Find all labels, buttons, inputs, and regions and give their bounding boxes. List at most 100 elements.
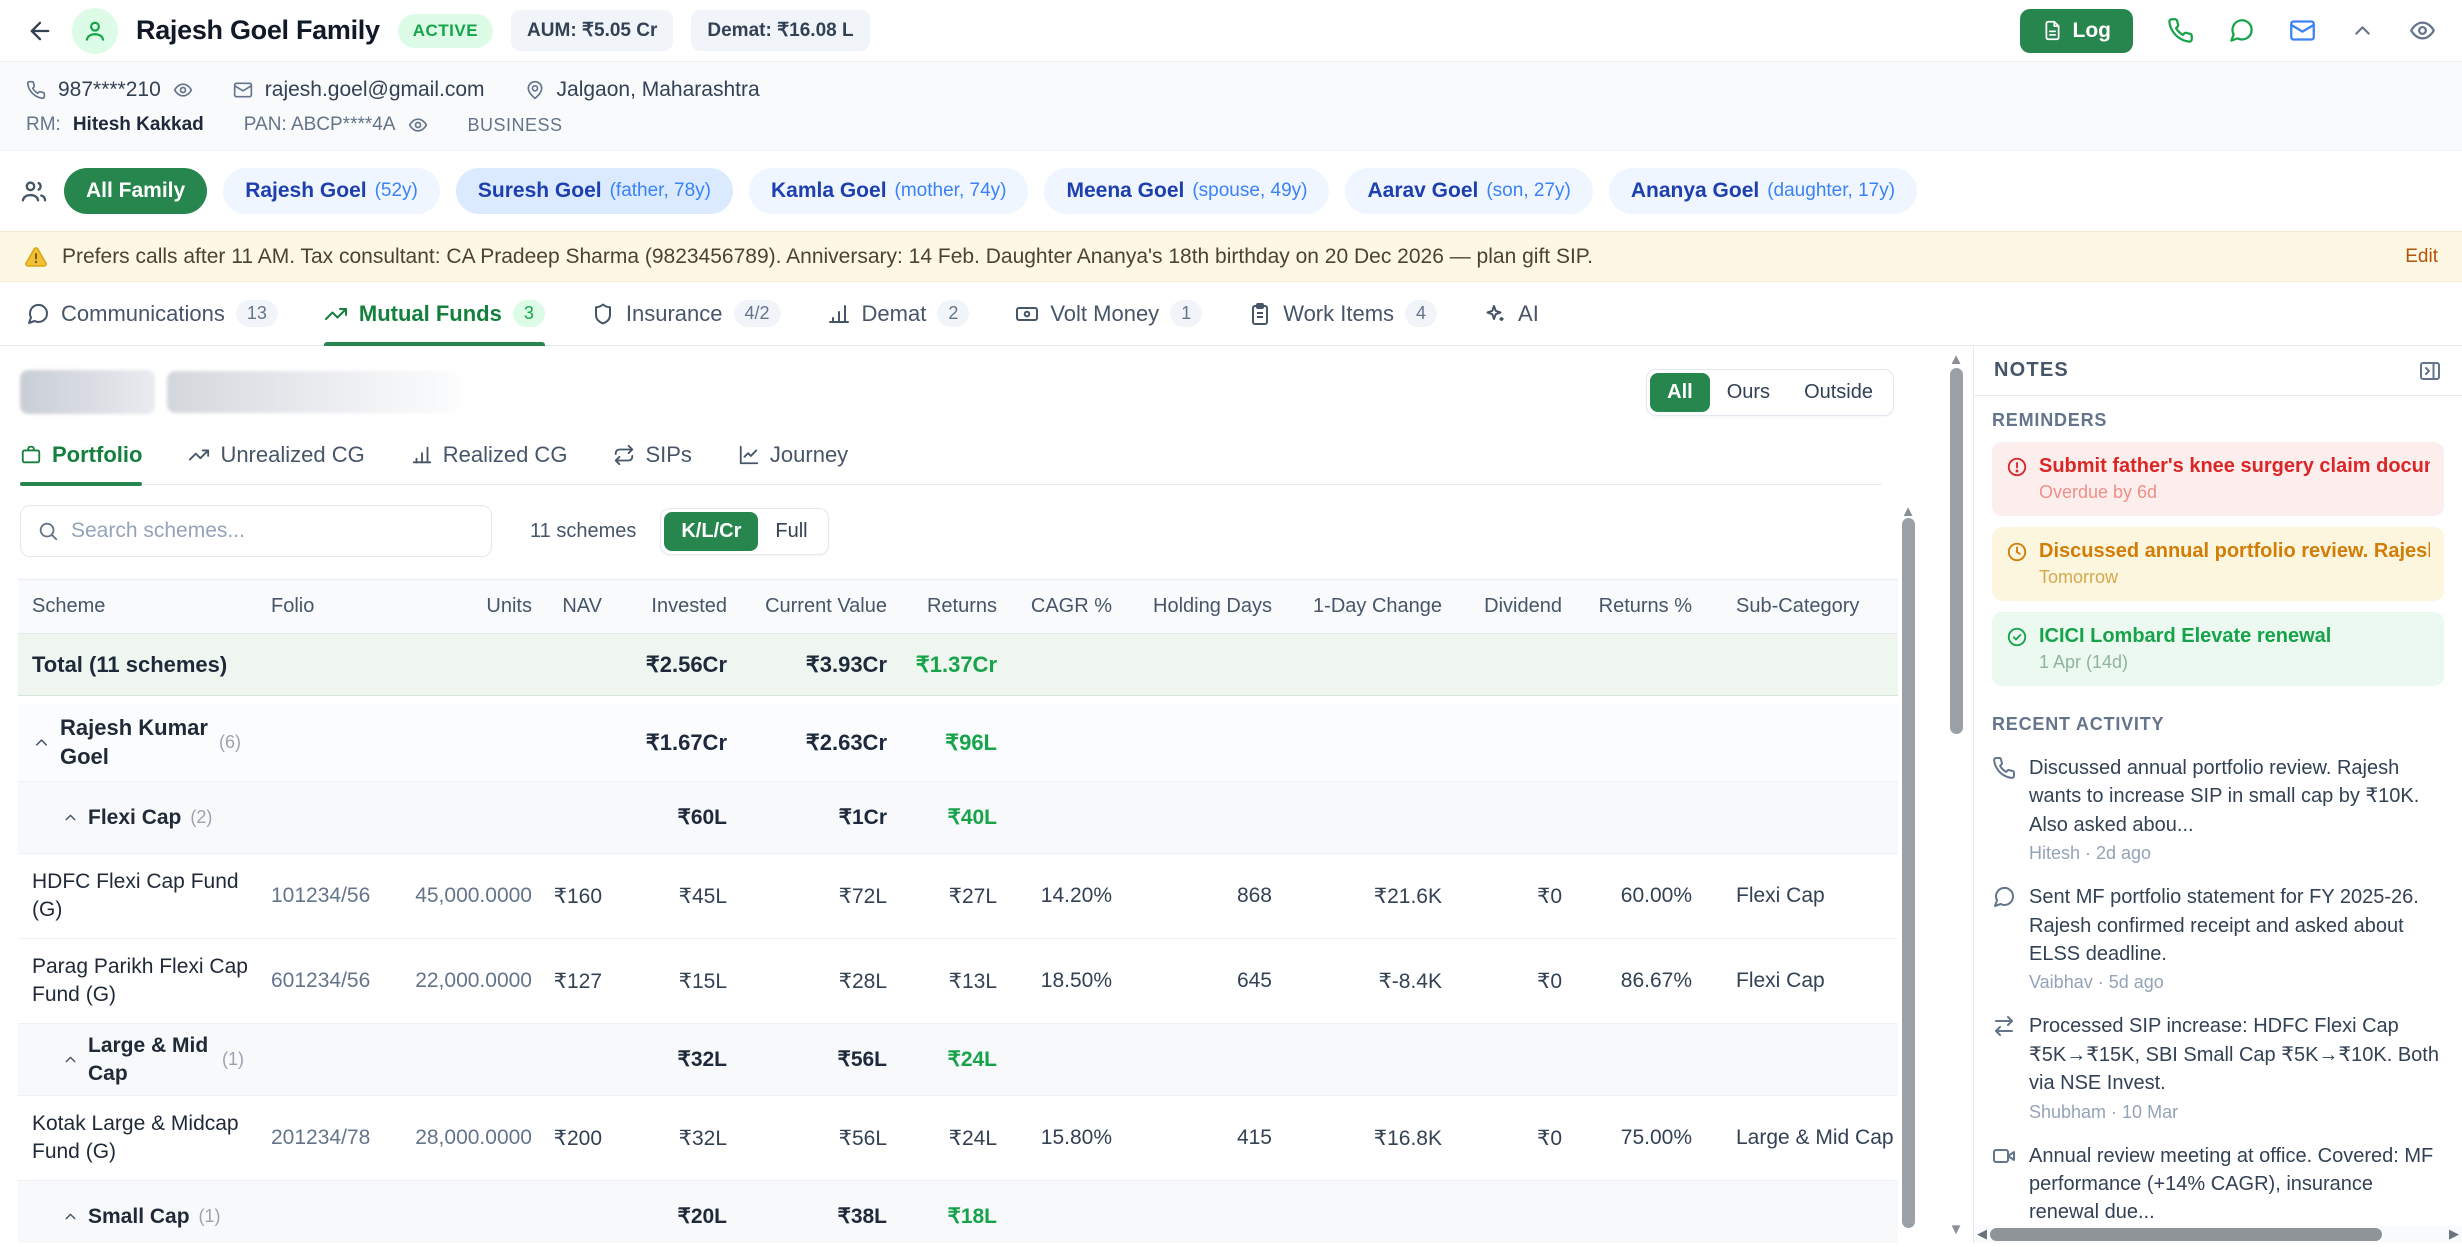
notes-title: NOTES	[1994, 359, 2069, 382]
collapse-chevron-icon[interactable]	[62, 809, 79, 826]
table-row-category-large-mid-cap[interactable]: Large & Mid Cap (1) ₹32L ₹56L ₹24L	[18, 1024, 1898, 1096]
reveal-pan-eye-icon[interactable]	[408, 115, 428, 135]
activity-item-meeting[interactable]: Annual review meeting at office. Covered…	[1992, 1142, 2444, 1225]
fund-returns: ₹27L	[901, 884, 1011, 909]
subtab-portfolio[interactable]: Portfolio	[20, 442, 142, 484]
call-icon[interactable]	[2167, 17, 2194, 44]
activity-item-call[interactable]: Discussed annual portfolio review. Rajes…	[1992, 754, 2444, 864]
fund-nav: ₹160	[546, 884, 616, 909]
page-vertical-scrollbar[interactable]: ▲ ▼	[1948, 346, 1964, 1243]
contact-strip: 987****210 rajesh.goel@gmail.com Jalgaon…	[0, 62, 2462, 151]
reminder-meta: Tomorrow	[2039, 567, 2430, 588]
chat-icon	[1992, 885, 2016, 993]
collapse-chevron-icon[interactable]	[62, 1051, 79, 1068]
activity-meta: Vaibhav · 5d ago	[2029, 972, 2444, 993]
column-header-nav: NAV	[546, 595, 616, 618]
chat-icon[interactable]	[2228, 17, 2255, 44]
subtab-journey[interactable]: Journey	[738, 442, 848, 484]
chip-label: Kamla Goel	[771, 179, 887, 203]
toggle-ours[interactable]: Ours	[1710, 373, 1787, 412]
total-invested: ₹2.56Cr	[616, 652, 741, 678]
banner-text: Prefers calls after 11 AM. Tax consultan…	[62, 245, 1593, 269]
scroll-up-arrow[interactable]: ▲	[1948, 352, 1964, 367]
reminder-meta: 1 Apr (14d)	[2039, 652, 2430, 673]
toggle-klcr[interactable]: K/L/Cr	[664, 512, 758, 551]
chip-meena-goel[interactable]: Meena Goel(spouse, 49y)	[1044, 168, 1329, 214]
table-row-category-flexi-cap[interactable]: Flexi Cap (2) ₹60L ₹1Cr ₹40L	[18, 782, 1898, 854]
chip-ananya-goel[interactable]: Ananya Goel(daughter, 17y)	[1609, 168, 1917, 214]
sidebar-horizontal-scrollbar[interactable]: ◀ ▶	[1974, 1225, 2462, 1243]
scrollbar-thumb[interactable]	[1950, 368, 1963, 734]
tab-mutual-funds[interactable]: Mutual Funds 3	[324, 282, 545, 345]
tab-volt-money[interactable]: Volt Money 1	[1015, 282, 1202, 345]
table-row-member-group[interactable]: Rajesh Kumar Goel (6) ₹1.67Cr ₹2.63Cr ₹9…	[18, 704, 1898, 782]
tab-ai[interactable]: AI	[1483, 282, 1539, 345]
chip-meta: (spouse, 49y)	[1192, 180, 1307, 202]
email-address: rajesh.goel@gmail.com	[265, 78, 485, 102]
toggle-all[interactable]: All	[1650, 373, 1710, 412]
tab-demat[interactable]: Demat 2	[827, 282, 970, 345]
back-arrow-icon[interactable]	[26, 17, 54, 45]
activity-item-message[interactable]: Sent MF portfolio statement for FY 2025-…	[1992, 883, 2444, 993]
notes-sidebar: NOTES REMINDERS Submit father's knee sur…	[1973, 346, 2462, 1243]
fund-units: 22,000.0000	[396, 969, 546, 993]
tab-label: Demat	[862, 301, 927, 327]
table-row-fund-parag-parikh-flexi-cap[interactable]: Parag Parikh Flexi Cap Fund (G) 601234/5…	[18, 939, 1898, 1024]
column-header-scheme: Scheme	[18, 595, 271, 618]
log-button[interactable]: Log	[2020, 9, 2133, 53]
toggle-full[interactable]: Full	[758, 512, 824, 551]
activity-item-transaction[interactable]: Processed SIP increase: HDFC Flexi Cap ₹…	[1992, 1012, 2444, 1122]
scroll-down-arrow[interactable]: ▼	[1948, 1222, 1964, 1237]
eye-icon[interactable]	[2409, 17, 2436, 44]
subtab-unrealized-cg[interactable]: Unrealized CG	[188, 442, 364, 484]
subtab-sips[interactable]: SIPs	[613, 442, 691, 484]
chip-suresh-goel[interactable]: Suresh Goel(father, 78y)	[456, 168, 733, 214]
collapse-chevron-icon[interactable]	[32, 733, 51, 752]
status-badge: ACTIVE	[398, 14, 493, 48]
chip-aarav-goel[interactable]: Aarav Goel(son, 27y)	[1345, 168, 1592, 214]
mail-icon[interactable]	[2289, 17, 2316, 44]
panel-collapse-icon[interactable]	[2418, 359, 2442, 383]
tab-communications[interactable]: Communications 13	[26, 282, 278, 345]
chip-all-family[interactable]: All Family	[64, 168, 207, 214]
reminder-scheduled[interactable]: ICICI Lombard Elevate renewal 1 Apr (14d…	[1992, 612, 2444, 686]
activity-text: Discussed annual portfolio review. Rajes…	[2029, 754, 2444, 839]
scrollbar-thumb[interactable]	[1990, 1228, 2382, 1241]
table-vertical-scrollbar[interactable]: ▲	[1900, 346, 1916, 1243]
chip-label: Suresh Goel	[478, 179, 602, 203]
toggle-outside[interactable]: Outside	[1787, 373, 1890, 412]
holdings-view-toggle: All Ours Outside	[1646, 369, 1894, 416]
collapse-chevron-icon[interactable]	[62, 1208, 79, 1225]
scroll-up-arrow[interactable]: ▲	[1900, 504, 1916, 519]
fund-invested: ₹32L	[616, 1126, 741, 1151]
table-row-category-small-cap[interactable]: Small Cap (1) ₹20L ₹38L ₹18L	[18, 1181, 1898, 1243]
tab-work-items[interactable]: Work Items 4	[1248, 282, 1437, 345]
chevron-up-icon[interactable]	[2350, 18, 2375, 43]
search-input[interactable]	[71, 519, 475, 543]
fund-current-value: ₹72L	[741, 884, 901, 909]
scrollbar-thumb[interactable]	[1902, 518, 1915, 1228]
table-row-fund-kotak-large-midcap[interactable]: Kotak Large & Midcap Fund (G) 201234/78 …	[18, 1096, 1898, 1181]
table-row-fund-hdfc-flexi-cap[interactable]: HDFC Flexi Cap Fund (G) 101234/56 45,000…	[18, 854, 1898, 939]
banner-edit-link[interactable]: Edit	[2405, 246, 2438, 268]
check-circle-icon	[2006, 626, 2028, 648]
scroll-left-arrow[interactable]: ◀	[1974, 1226, 1990, 1242]
reveal-phone-eye-icon[interactable]	[173, 80, 193, 100]
tab-insurance[interactable]: Insurance 4/2	[591, 282, 781, 345]
reminder-upcoming[interactable]: Discussed annual portfolio review. Rajes…	[1992, 527, 2444, 601]
search-box	[20, 505, 492, 557]
table-header-row: Scheme Folio Units NAV Invested Current …	[18, 580, 1898, 634]
tab-count: 1	[1170, 300, 1202, 327]
scheme-count: 11 schemes	[530, 520, 636, 543]
reminders-title: REMINDERS	[1992, 410, 2444, 431]
fund-dividend: ₹0	[1456, 969, 1576, 994]
chip-meta: (mother, 74y)	[895, 180, 1007, 202]
column-header-returns-pct: Returns %	[1576, 595, 1706, 618]
reminder-overdue[interactable]: Submit father's knee surgery claim docum…	[1992, 442, 2444, 516]
scroll-right-arrow[interactable]: ▶	[2446, 1226, 2462, 1242]
subtab-realized-cg[interactable]: Realized CG	[411, 442, 568, 484]
column-header-1-day-change: 1-Day Change	[1286, 595, 1456, 618]
chip-kamla-goel[interactable]: Kamla Goel (mother, 74y)	[749, 168, 1028, 214]
column-header-current-value: Current Value	[741, 595, 901, 618]
chip-rajesh-goel[interactable]: Rajesh Goel(52y)	[223, 168, 440, 214]
